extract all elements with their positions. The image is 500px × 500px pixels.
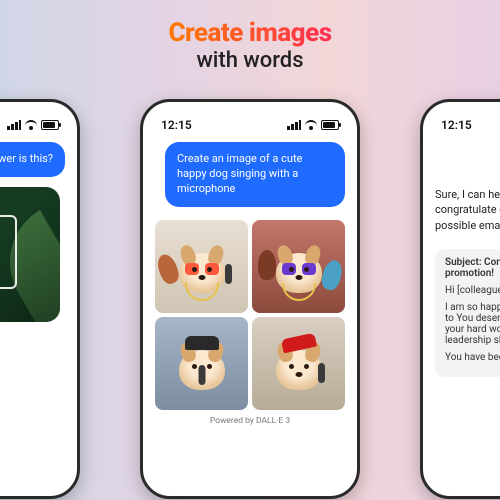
signal-icon xyxy=(7,120,21,130)
phone-mock: 12:15 lower is this? lled en as ariety xyxy=(0,99,80,499)
status-time: 12:15 xyxy=(441,118,472,132)
email-body: I am so happy to hear your promotion to … xyxy=(445,302,500,346)
email-footer: You have been an xyxy=(445,352,500,363)
email-subject: Subject: Congratulations on your promoti… xyxy=(445,257,500,279)
chat-area: my Sure, I can help you an email to cong… xyxy=(433,142,500,486)
headline: Create images with words xyxy=(168,18,331,73)
user-message: lower is this? xyxy=(0,142,65,177)
promo-panel-left: AI ng 12:15 lower is this? lled en as xyxy=(0,0,90,499)
phone-mock: 12:15 my Sure, I can help you an email t… xyxy=(420,99,500,499)
user-message: Create an image of a cute happy dog sing… xyxy=(165,142,345,207)
ai-message: Sure, I can help you an email to congrat… xyxy=(435,187,500,233)
headline-line2: with words xyxy=(168,48,331,73)
generated-image-grid: Powered by DALL·E 3 xyxy=(153,217,347,428)
battery-icon xyxy=(321,120,339,130)
promo-carousel: AI ng 12:15 lower is this? lled en as xyxy=(0,0,500,500)
status-bar: 12:15 xyxy=(153,116,347,142)
status-time: 12:15 xyxy=(161,118,192,132)
promo-panel-center: Create images with words 12:15 Create an… xyxy=(130,0,370,499)
generated-image-2[interactable] xyxy=(252,220,345,313)
signal-icon xyxy=(287,120,301,130)
chat-area: lower is this? lled en as ariety xyxy=(0,142,67,486)
generated-image-3[interactable] xyxy=(155,317,248,410)
headline-line1: Create images xyxy=(168,18,331,48)
email-draft: Subject: Congratulations on your promoti… xyxy=(435,249,500,377)
phone-mock: 12:15 Create an image of a cute happy do… xyxy=(140,99,360,499)
generated-image-4[interactable] xyxy=(252,317,345,410)
chat-area: Create an image of a cute happy dog sing… xyxy=(153,142,347,486)
status-bar: 12:15 xyxy=(433,116,500,142)
wifi-icon xyxy=(305,120,317,130)
wifi-icon xyxy=(25,120,37,130)
powered-by-label: Powered by DALL·E 3 xyxy=(155,414,345,426)
email-greeting: Hi [colleague's name], xyxy=(445,285,500,296)
battery-icon xyxy=(41,120,59,130)
identified-photo xyxy=(0,187,60,322)
status-bar: 12:15 xyxy=(0,116,67,142)
generated-image-1[interactable] xyxy=(155,220,248,313)
promo-panel-right: Write in 12:15 my Sure, I can help you a… xyxy=(410,0,500,499)
